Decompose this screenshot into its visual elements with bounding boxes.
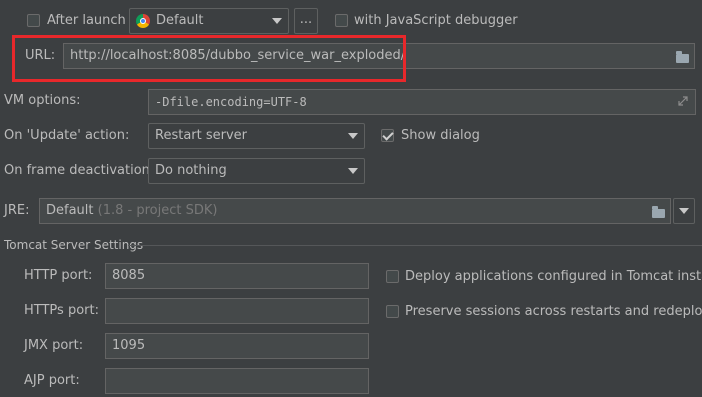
ajp-port-input[interactable] <box>105 368 369 394</box>
dropdown-arrow-icon <box>348 133 358 139</box>
https-port-label: HTTPs port: <box>24 303 99 318</box>
after-launch-label: After launch <box>47 13 126 28</box>
url-highlight-box <box>12 35 406 82</box>
ellipsis-label: ... <box>299 12 313 27</box>
frame-deactivation-value: Do nothing <box>155 163 227 178</box>
http-port-value: 8085 <box>112 268 146 283</box>
preserve-sessions-checkbox[interactable] <box>386 305 399 318</box>
deploy-applications-checkbox[interactable] <box>386 270 399 283</box>
vm-options-input[interactable]: -Dfile.encoding=UTF-8 <box>148 89 696 115</box>
http-port-input[interactable]: 8085 <box>105 263 369 289</box>
js-debugger-checkbox[interactable] <box>335 14 348 27</box>
deploy-applications-label: Deploy applications configured in Tomcat… <box>405 269 702 284</box>
js-debugger-label: with JavaScript debugger <box>354 13 518 28</box>
jre-dropdown-button[interactable] <box>673 198 695 224</box>
jmx-port-value: 1095 <box>112 338 146 353</box>
update-action-value: Restart server <box>155 128 248 143</box>
show-dialog-checkbox[interactable] <box>381 129 394 142</box>
ajp-port-label: AJP port: <box>24 373 80 388</box>
dropdown-arrow-icon <box>348 168 358 174</box>
folder-icon[interactable] <box>652 206 665 218</box>
preserve-sessions-label: Preserve sessions across restarts and re… <box>405 304 702 319</box>
section-divider <box>128 245 702 246</box>
frame-deactivation-label: On frame deactivation: <box>4 163 155 178</box>
dropdown-arrow-icon <box>272 18 282 24</box>
jre-input[interactable]: Default (1.8 - project SDK) <box>39 198 671 224</box>
jmx-port-input[interactable]: 1095 <box>105 333 369 359</box>
chrome-icon <box>136 14 150 28</box>
browser-select[interactable]: Default <box>129 8 289 34</box>
http-port-label: HTTP port: <box>24 268 93 283</box>
tomcat-section-title: Tomcat Server Settings <box>4 238 144 252</box>
jre-label: JRE: <box>4 203 30 218</box>
update-action-label: On 'Update' action: <box>4 128 130 143</box>
update-action-select[interactable]: Restart server <box>148 123 365 149</box>
vm-options-value: -Dfile.encoding=UTF-8 <box>155 95 307 109</box>
show-dialog-label: Show dialog <box>401 128 480 143</box>
frame-deactivation-select[interactable]: Do nothing <box>148 158 365 184</box>
https-port-input[interactable] <box>105 298 369 324</box>
dropdown-arrow-icon <box>679 208 689 214</box>
after-launch-checkbox[interactable] <box>27 14 40 27</box>
jre-value: Default <box>46 203 94 218</box>
jre-hint: (1.8 - project SDK) <box>97 203 218 218</box>
folder-icon[interactable] <box>676 51 689 63</box>
browser-select-value: Default <box>156 13 204 28</box>
expand-icon[interactable] <box>678 95 688 106</box>
vm-options-label: VM options: <box>4 93 81 108</box>
browser-ellipsis-button[interactable]: ... <box>294 8 318 34</box>
jmx-port-label: JMX port: <box>24 338 84 353</box>
